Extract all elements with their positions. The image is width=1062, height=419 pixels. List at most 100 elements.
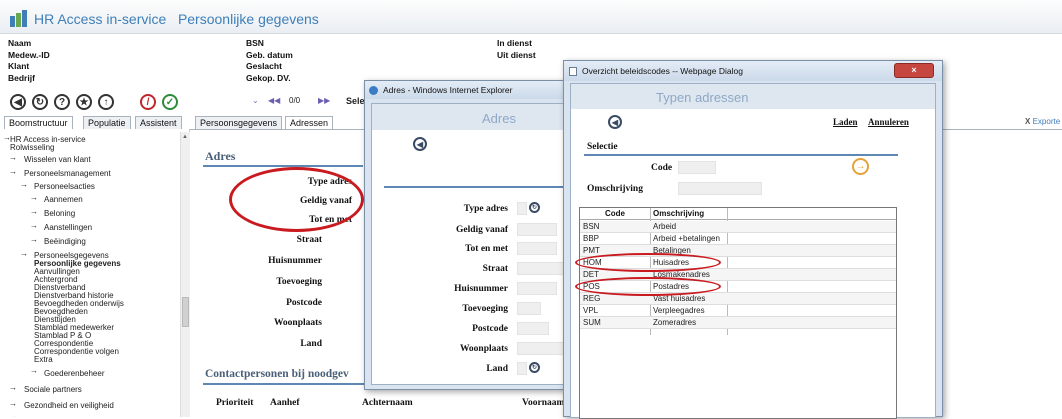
tree-item[interactable]: Aannemen [44, 195, 83, 204]
back-icon[interactable]: ◀ [413, 137, 427, 151]
contact-col-header: Aanhef [270, 398, 300, 408]
back-icon[interactable]: ◀ [608, 115, 622, 129]
table-row[interactable] [580, 233, 896, 245]
tree-item[interactable]: Wisselen van klant [24, 155, 91, 164]
tree-arrow-icon: → [9, 383, 17, 392]
row-code: SUM [583, 318, 601, 327]
tab-adressen[interactable]: Adressen [285, 116, 334, 129]
export-icon: X [1025, 117, 1031, 126]
tree-item[interactable]: Rolwisseling [10, 143, 54, 152]
tree-arrow-icon: → [30, 221, 38, 230]
tree-item[interactable]: Gezondheid en veiligheid [24, 401, 114, 410]
straat-field[interactable] [517, 262, 568, 275]
contact-col-header: Prioriteit [216, 398, 254, 408]
scroll-up-icon[interactable]: ▲ [182, 134, 188, 140]
contact-col-header: Voornaam [522, 398, 565, 408]
dialog-label: Land [486, 364, 508, 374]
go-arrow-icon[interactable]: → [852, 158, 869, 175]
tab-assistent[interactable]: Assistent [135, 116, 182, 129]
next-last-icon[interactable]: ▶▶ [318, 96, 330, 105]
contact-rule [203, 383, 368, 385]
dropdown-chevron-icon[interactable]: ⌄ [252, 96, 259, 105]
header-col-3: In dienst Uit dienst [497, 38, 536, 61]
tree-item[interactable]: Personeelsacties [34, 182, 95, 191]
tree-scrollbar[interactable]: ▲ [180, 132, 190, 417]
form-label: Land [300, 339, 322, 349]
tab-boomstructuur[interactable]: Boomstructuur [4, 116, 73, 129]
type-adres-field[interactable] [517, 202, 527, 215]
toolbar: ◀ ↻ ? ★ ↑ / ✓ [10, 94, 178, 110]
postcode-field[interactable] [517, 322, 549, 335]
lookup-icon[interactable]: ↻ [529, 202, 540, 213]
table-row[interactable] [580, 305, 896, 317]
tree-arrow-icon: → [30, 207, 38, 216]
tree-panel: → HR Access in-service Rolwisseling → Wi… [0, 129, 190, 417]
tree-item[interactable]: Beloning [44, 209, 75, 218]
row-description: Arbeid +betalingen [653, 234, 720, 243]
form-label: Postcode [286, 298, 322, 308]
lookup-icon[interactable]: ↻ [529, 362, 540, 373]
tree-arrow-icon: → [9, 167, 17, 176]
codes-dialog-titlebar[interactable]: Overzicht beleidscodes -- Webpage Dialog [564, 61, 942, 81]
tree-item[interactable]: Beëindiging [44, 237, 86, 246]
row-code: VPL [583, 306, 599, 315]
tab-populatie[interactable]: Populatie [83, 116, 131, 129]
adres-dialog-titlebar[interactable]: Adres - Windows Internet Explorer [365, 81, 573, 99]
form-label: Straat [296, 235, 322, 245]
codes-dialog-header [571, 84, 935, 109]
header-label: Bedrijf [8, 72, 35, 83]
annuleren-link[interactable]: Annuleren [868, 117, 909, 127]
form-label: Huisnummer [268, 256, 322, 266]
form-label: Toevoeging [276, 277, 322, 287]
close-icon[interactable]: × [894, 63, 934, 78]
grid-column-header[interactable]: Code [605, 209, 625, 218]
table-row[interactable] [580, 317, 896, 329]
tree-item[interactable]: Personeelsmanagement [24, 169, 111, 178]
huisnummer-field[interactable] [517, 282, 557, 295]
refresh-icon[interactable]: ↻ [32, 94, 48, 110]
adres-dialog-rule [384, 186, 568, 188]
row-code: BSN [583, 222, 600, 231]
tree-item[interactable]: Aanstellingen [44, 223, 92, 232]
contact-heading: Contactpersonen bij noodgev [205, 368, 349, 380]
dialog-label: Toevoeging [462, 304, 508, 314]
tree-item[interactable]: Goederenbeheer [44, 369, 105, 378]
favorite-star-icon[interactable]: ★ [76, 94, 92, 110]
row-code: REG [583, 294, 601, 303]
land-field[interactable] [517, 362, 527, 375]
tab-persoonsgegevens[interactable]: Persoonsgegevens [195, 116, 283, 129]
export-button[interactable]: X Exporte [1025, 117, 1060, 126]
header-label: Gekop. DV. [246, 72, 291, 83]
help-icon[interactable]: ? [54, 94, 70, 110]
tree-arrow-icon: → [20, 249, 28, 258]
header-label: In dienst [497, 38, 532, 48]
tree-item[interactable]: Sociale partners [24, 385, 82, 394]
app-name: HR Access in-service [34, 11, 167, 27]
codes-grid: Code Omschrijving BSN Arbeid BBP Arbeid … [579, 207, 897, 419]
code-input[interactable] [678, 161, 716, 174]
tot-en-met-field[interactable] [517, 242, 557, 255]
woonplaats-field[interactable] [517, 342, 568, 355]
confirm-icon[interactable]: ✓ [162, 94, 178, 110]
adres-dialog-body: Adres ◀ Type adres Geldig vanaf Tot en m… [371, 103, 569, 385]
upload-icon[interactable]: ↑ [98, 94, 114, 110]
tree-item[interactable]: Extra [34, 355, 53, 364]
header-label: Uit dienst [497, 49, 536, 60]
laden-link[interactable]: Laden [833, 117, 858, 127]
row-code: BBP [583, 234, 600, 243]
geldig-vanaf-field[interactable] [517, 223, 557, 236]
codes-dialog-heading: Typen adressen [656, 90, 749, 105]
grid-column-header[interactable]: Omschrijving [653, 209, 704, 218]
toevoeging-field[interactable] [517, 302, 541, 315]
scroll-thumb[interactable] [182, 297, 189, 327]
header-label: Medew.-ID [8, 49, 50, 60]
omschrijving-input[interactable] [678, 182, 762, 195]
back-icon[interactable]: ◀ [10, 94, 26, 110]
omschrijving-label: Omschrijving [587, 184, 643, 194]
adres-heading: Adres [205, 149, 236, 163]
table-row[interactable] [580, 221, 896, 233]
tree-arrow-icon: → [30, 193, 38, 202]
edit-icon[interactable]: / [140, 94, 156, 110]
first-prev-icon[interactable]: ◀◀ [268, 96, 280, 105]
header-col-2: BSN Geb. datum Geslacht Gekop. DV. [246, 38, 293, 84]
